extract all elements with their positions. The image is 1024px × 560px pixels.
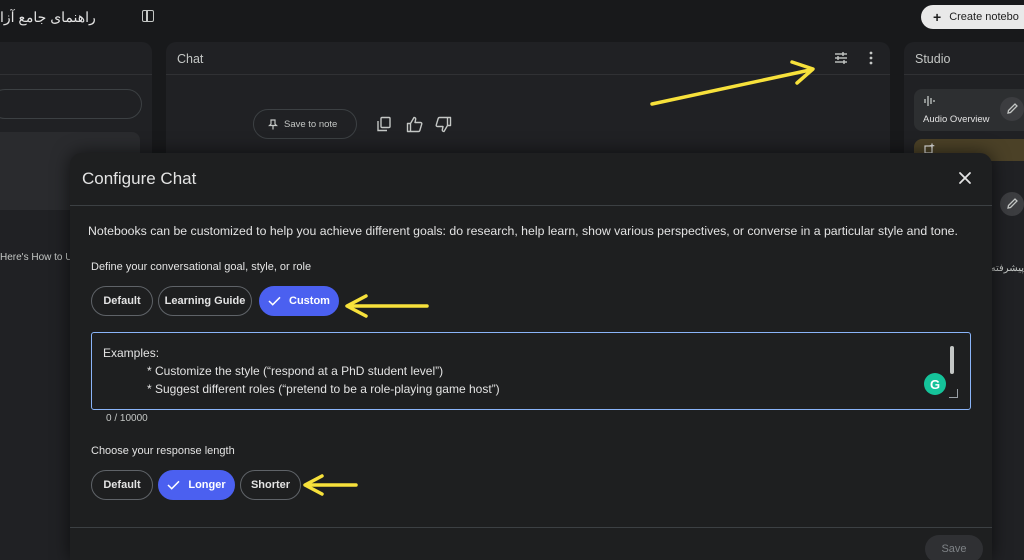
tune-icon[interactable] [834,51,848,65]
sources-search-field[interactable] [0,89,142,119]
goal-option-label: Learning Guide [164,295,246,307]
sidebar-toggle-icon[interactable] [142,10,154,22]
length-option-label: Shorter [250,479,291,491]
length-section-label: Choose your response length [91,445,235,457]
studio-panel-title: Studio [915,52,951,66]
goal-option-default[interactable]: Default [91,286,153,316]
length-option-label: Longer [188,479,226,491]
textarea-scrollbar[interactable] [950,346,954,374]
create-notebook-button[interactable]: + Create notebo [921,5,1024,29]
pin-icon [268,118,278,129]
length-option-shorter[interactable]: Shorter [240,470,301,500]
close-icon[interactable] [957,170,973,186]
studio-snippet: پیشرفته و [992,263,1024,274]
save-to-note-button[interactable]: Save to note [253,109,357,139]
audio-overview-label: Audio Overview [923,114,990,125]
length-option-default[interactable]: Default [91,470,153,500]
length-option-longer[interactable]: Longer [158,470,235,500]
goal-section-label: Define your conversational goal, style, … [91,261,312,273]
dialog-header: Configure Chat [70,153,992,206]
audio-wave-icon [924,96,935,106]
source-snippet: Here's How to U [0,252,70,263]
grammarly-icon[interactable]: G [924,373,946,395]
sources-panel-header [0,42,152,75]
length-option-label: Default [103,479,141,491]
dialog-description: Notebooks can be customized to help you … [88,224,958,238]
check-icon [268,296,281,306]
check-icon [167,480,180,490]
configure-chat-dialog: Configure Chat Notebooks can be customiz… [70,153,992,560]
copy-icon[interactable] [376,116,392,132]
dialog-footer-divider [70,527,992,528]
goal-option-label: Custom [289,295,330,307]
plus-icon: + [933,9,942,25]
chat-panel-header: Chat [166,42,890,75]
save-to-note-label: Save to note [284,118,338,130]
create-notebook-label: Create notebo [949,11,1019,23]
goal-option-learning-guide[interactable]: Learning Guide [158,286,252,316]
goal-option-custom[interactable]: Custom [259,286,339,316]
chat-panel-title: Chat [177,52,204,66]
notebook-title[interactable]: راهنمای جامع آزا [0,9,96,26]
textarea-placeholder-line: * Customize the style (“respond at a PhD… [147,364,444,378]
more-vert-icon[interactable] [866,51,876,65]
edit-icon[interactable] [1000,97,1024,121]
thumbs-down-icon[interactable] [435,116,452,133]
resize-handle-icon[interactable] [949,389,958,398]
studio-panel-header: Studio [904,42,1024,75]
custom-instructions-textarea[interactable]: Examples: * Customize the style (“respon… [91,332,971,410]
save-button[interactable]: Save [925,535,983,560]
edit-icon[interactable] [1000,192,1024,216]
textarea-placeholder-line: Examples: [103,346,160,360]
goal-option-label: Default [103,295,141,307]
character-count: 0 / 10000 [106,413,148,424]
thumbs-up-icon[interactable] [406,116,423,133]
dialog-title: Configure Chat [82,169,197,188]
textarea-placeholder-line: * Suggest different roles (“pretend to b… [147,382,500,396]
